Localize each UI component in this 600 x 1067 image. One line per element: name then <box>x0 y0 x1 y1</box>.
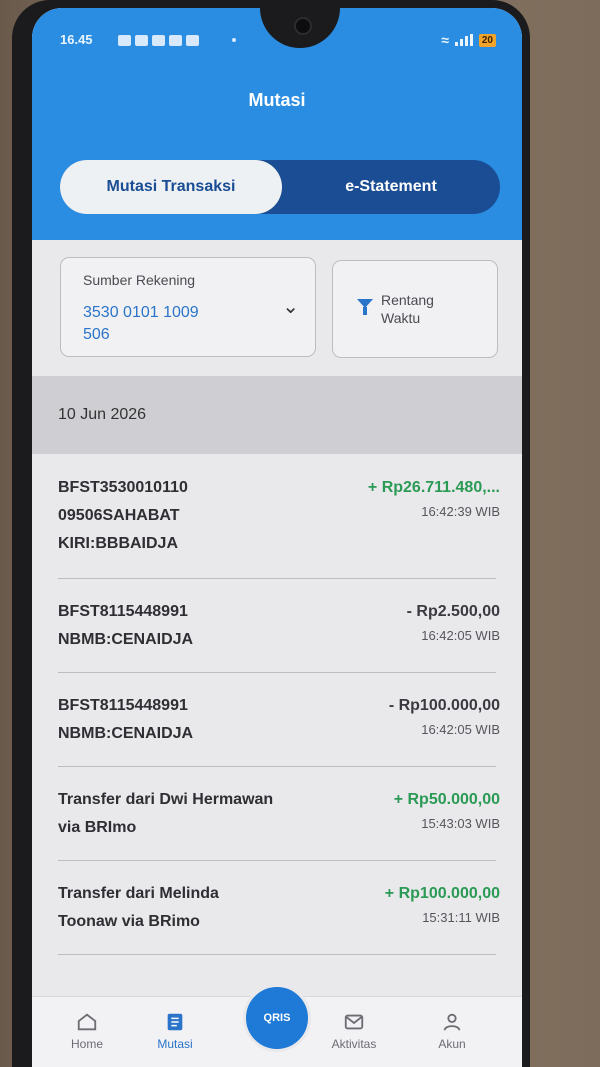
description-line: NBMB:CENAIDJA <box>58 631 194 648</box>
date-group-header: 10 Jun 2026 <box>32 376 522 454</box>
account-number-line1: 3530 0101 1009 <box>83 304 199 321</box>
qris-scan-button[interactable]: QRIS <box>243 984 311 1052</box>
home-icon <box>77 1013 97 1031</box>
user-icon <box>443 1013 461 1031</box>
description-line: KIRI:BBBAIDJA <box>58 535 178 552</box>
transaction-amount: - Rp2.500,00 <box>406 603 500 620</box>
notification-icon <box>135 35 148 46</box>
transaction-description: Transfer dari Dwi Hermawan via BRImo <box>58 786 320 842</box>
account-number-line2: 506 <box>83 326 110 343</box>
description-line: Toonaw via BRimo <box>58 913 200 930</box>
notification-icons <box>118 35 199 46</box>
account-source-label: Sumber Rekening <box>83 272 196 288</box>
nav-akun[interactable]: Akun <box>412 1011 492 1051</box>
date-group-label: 10 Jun 2026 <box>58 406 147 423</box>
description-line: NBMB:CENAIDJA <box>58 725 194 742</box>
date-range-filter-button[interactable]: Rentang Waktu <box>332 260 498 358</box>
transaction-item[interactable]: BFST8115448991 NBMB:CENAIDJA - Rp100.000… <box>32 692 522 767</box>
document-list-icon <box>167 1013 183 1031</box>
transaction-item[interactable]: BFST8115448991 NBMB:CENAIDJA - Rp2.500,0… <box>32 598 522 673</box>
phone-frame: 16.45 ≈ 20 Mutasi Mutasi Transaksi e-Sta… <box>12 0 530 1067</box>
transaction-description: Transfer dari Melinda Toonaw via BRimo <box>58 880 320 936</box>
description-line: Transfer dari Melinda <box>58 885 219 902</box>
transaction-item[interactable]: Transfer dari Dwi Hermawan via BRImo + R… <box>32 786 522 861</box>
transaction-amount: - Rp100.000,00 <box>388 697 500 714</box>
divider <box>58 954 496 955</box>
transaction-time: 15:43:03 WIB <box>421 816 500 831</box>
description-line: BFST8115448991 <box>58 697 188 714</box>
more-notifications-dot <box>232 38 236 42</box>
signal-icon <box>454 34 473 46</box>
wifi-icon: ≈ <box>441 32 449 48</box>
divider <box>58 578 496 579</box>
date-range-label-line2: Waktu <box>381 310 421 326</box>
chevron-down-icon: ⌄ <box>282 296 299 318</box>
status-indicators: ≈ 20 <box>441 32 496 48</box>
tab-mutasi-transaksi[interactable]: Mutasi Transaksi <box>60 160 282 214</box>
account-source-dropdown[interactable]: Sumber Rekening 3530 0101 1009 506 ⌄ <box>60 257 316 357</box>
notification-icon <box>169 35 182 46</box>
divider <box>58 672 496 673</box>
transaction-time: 16:42:05 WIB <box>421 722 500 737</box>
notification-icon <box>152 35 165 46</box>
account-number: 3530 0101 1009 506 <box>83 302 223 346</box>
battery-icon: 20 <box>478 33 496 47</box>
mail-icon <box>344 1014 364 1030</box>
filter-icon <box>357 299 373 315</box>
transaction-list: BFST3530010110 09506SAHABAT KIRI:BBBAIDJ… <box>32 454 522 994</box>
description-line: BFST8115448991 <box>58 603 188 620</box>
nav-mutasi[interactable]: Mutasi <box>135 1011 215 1051</box>
transaction-description: BFST8115448991 NBMB:CENAIDJA <box>58 692 320 748</box>
tab-bar: Mutasi Transaksi e-Statement <box>60 160 500 214</box>
app-header: 16.45 ≈ 20 Mutasi Mutasi Transaksi e-Sta… <box>32 8 522 240</box>
app-screen: 16.45 ≈ 20 Mutasi Mutasi Transaksi e-Sta… <box>32 8 522 1067</box>
nav-home-label: Home <box>70 1037 103 1051</box>
description-line: 09506SAHABAT <box>58 507 180 524</box>
tab-e-statement[interactable]: e-Statement <box>282 160 500 214</box>
nav-akun-label: Akun <box>438 1037 466 1051</box>
transaction-description: BFST8115448991 NBMB:CENAIDJA <box>58 598 320 654</box>
description-line: Transfer dari Dwi Hermawan <box>58 791 274 808</box>
nav-home[interactable]: Home <box>47 1011 127 1051</box>
transaction-amount: + Rp50.000,00 <box>393 791 500 808</box>
transaction-amount: + Rp100.000,00 <box>384 885 500 902</box>
status-time: 16.45 <box>60 32 93 47</box>
transaction-description: BFST3530010110 09506SAHABAT KIRI:BBBAIDJ… <box>58 474 320 558</box>
front-camera <box>294 17 312 35</box>
transaction-item[interactable]: Transfer dari Melinda Toonaw via BRimo +… <box>32 880 522 955</box>
transaction-time: 16:42:39 WIB <box>421 504 500 519</box>
divider <box>58 766 496 767</box>
filter-section: Sumber Rekening 3530 0101 1009 506 ⌄ Ren… <box>32 240 522 378</box>
date-range-label-line1: Rentang <box>381 292 434 308</box>
qris-label: QRIS <box>263 1012 291 1024</box>
page-title: Mutasi <box>248 90 306 110</box>
nav-aktivitas[interactable]: Aktivitas <box>314 1011 394 1051</box>
transaction-time: 15:31:11 WIB <box>422 910 500 925</box>
notification-icon <box>118 35 131 46</box>
transaction-time: 16:42:05 WIB <box>421 628 500 643</box>
date-range-label: Rentang Waktu <box>381 291 481 327</box>
divider <box>58 860 496 861</box>
transaction-item[interactable]: BFST3530010110 09506SAHABAT KIRI:BBBAIDJ… <box>32 474 522 579</box>
description-line: via BRImo <box>58 819 137 836</box>
description-line: BFST3530010110 <box>58 479 188 496</box>
nav-aktivitas-label: Aktivitas <box>331 1037 377 1051</box>
transaction-amount: + Rp26.711.480,... <box>367 479 500 496</box>
nav-mutasi-label: Mutasi <box>157 1037 193 1051</box>
notification-icon <box>186 35 199 46</box>
